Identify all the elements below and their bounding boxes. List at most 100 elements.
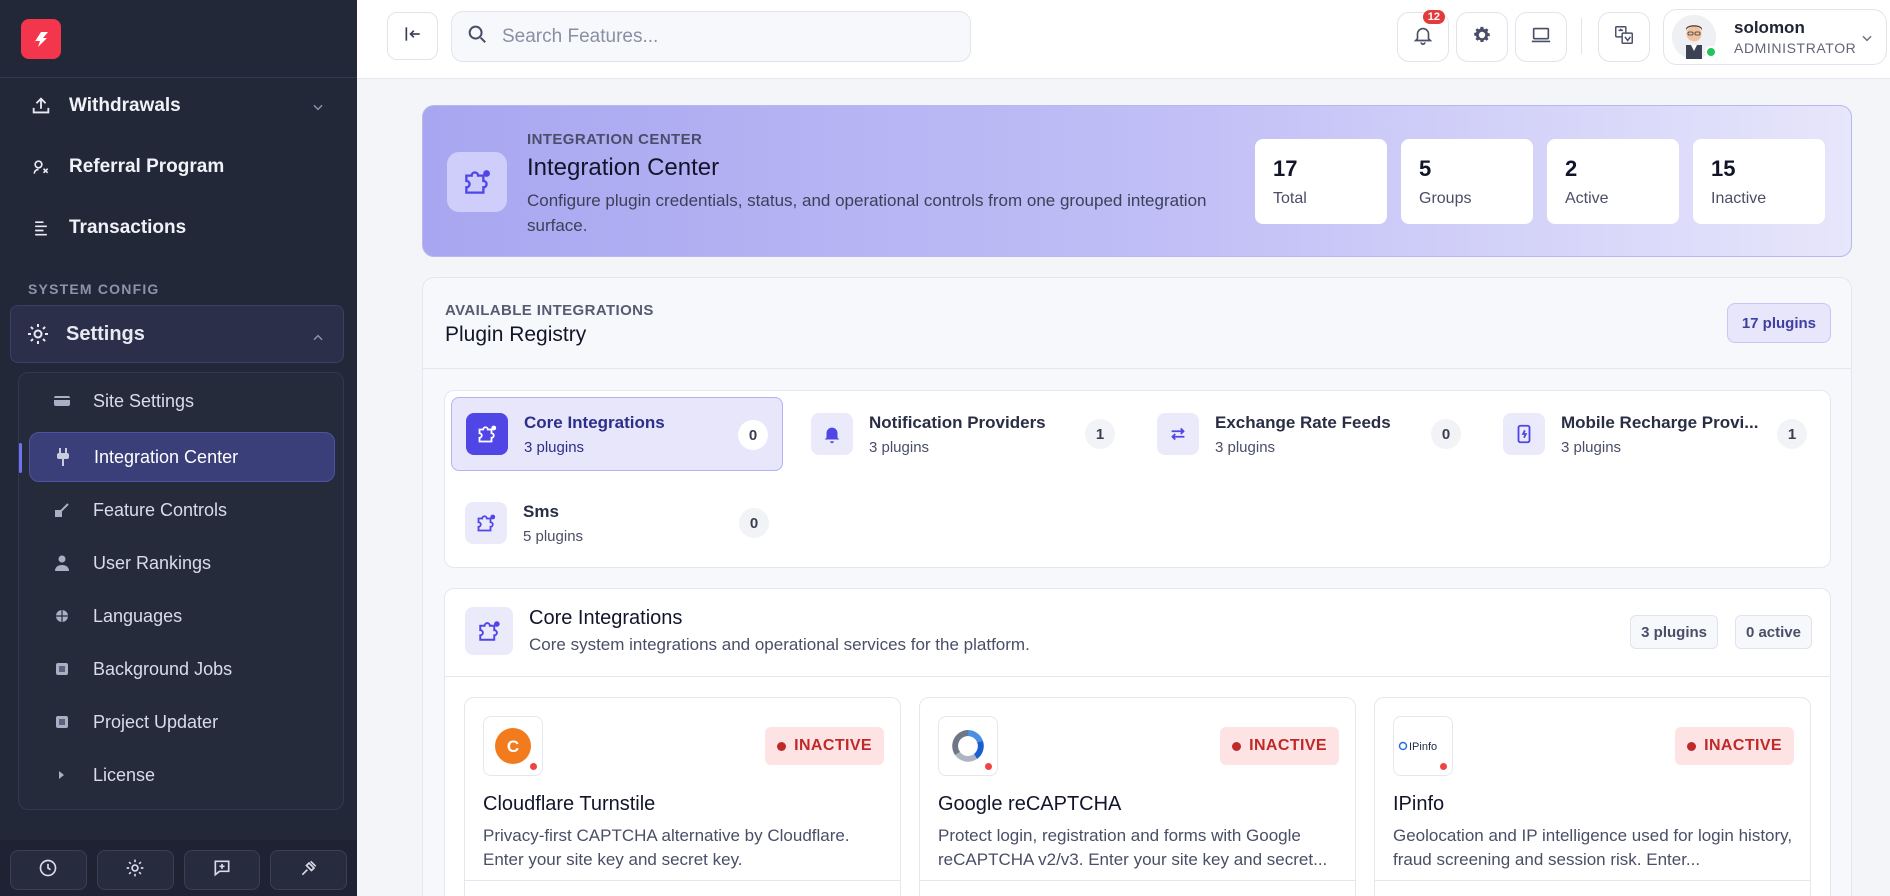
submenu-item-license[interactable]: License xyxy=(29,750,335,800)
sidebar-item-transactions[interactable]: Transactions xyxy=(10,202,343,254)
plugin-card-ipinfo[interactable]: IPinfo INACTIVE IPinfo Geolocation and I… xyxy=(1374,697,1811,896)
group-tab-exchange-rate-feeds[interactable]: Exchange Rate Feeds 3 plugins 0 xyxy=(1143,397,1475,471)
list-icon xyxy=(28,215,54,241)
caret-icon xyxy=(53,766,71,784)
notification-badge: 12 xyxy=(1422,10,1445,24)
puzzle-icon xyxy=(465,502,507,544)
recaptcha-logo-icon xyxy=(938,716,998,776)
puzzle-icon xyxy=(447,152,507,212)
stat-active: 2 Active xyxy=(1547,139,1679,224)
submenu-item-user-rankings[interactable]: User Rankings xyxy=(29,538,335,588)
card-icon xyxy=(53,392,71,410)
group-count: 3 plugins xyxy=(524,438,585,456)
group-tab-core-integrations[interactable]: Core Integrations 3 plugins 0 xyxy=(451,397,783,471)
core-integrations-panel: Core Integrations Core system integratio… xyxy=(444,588,1831,896)
topbar-divider xyxy=(1581,18,1582,54)
plugin-card-google-recaptcha[interactable]: INACTIVE Google reCAPTCHA Protect login,… xyxy=(919,697,1356,896)
avatar xyxy=(1672,15,1717,59)
chevron-down-icon xyxy=(1860,31,1874,50)
sliders-icon xyxy=(53,501,71,519)
stat-value: 2 xyxy=(1565,156,1578,181)
submenu-item-background-jobs[interactable]: Background Jobs xyxy=(29,644,335,694)
plugin-card-cloudflare-turnstile[interactable]: C INACTIVE Cloudflare Turnstile Privacy-… xyxy=(464,697,901,896)
status-dot xyxy=(529,762,538,771)
submenu-item-project-updater[interactable]: Project Updater xyxy=(29,697,335,747)
status-dot xyxy=(1439,762,1448,771)
brand-logo[interactable] xyxy=(21,18,61,59)
gear-icon xyxy=(125,858,145,883)
group-tab-mobile-recharge[interactable]: Mobile Recharge Provi... 3 plugins 1 xyxy=(1489,397,1821,471)
divider xyxy=(423,368,1851,369)
sidebar-item-settings[interactable]: Settings xyxy=(10,305,344,363)
sidebar: Withdrawals Referral Program Transaction… xyxy=(0,0,357,896)
user-menu[interactable]: solomon ADMINISTRATOR xyxy=(1663,9,1887,65)
puzzle-icon xyxy=(466,413,508,455)
main-content: INTEGRATION CENTER Integration Center Co… xyxy=(357,79,1890,896)
stat-groups: 5 Groups xyxy=(1401,139,1533,224)
search-input[interactable] xyxy=(502,25,942,48)
submenu-item-integration-center[interactable]: Integration Center xyxy=(29,432,335,482)
logout-button[interactable] xyxy=(270,850,347,890)
globe-icon xyxy=(53,607,71,625)
active-count-badge: 1 xyxy=(1777,419,1807,449)
submenu-item-feature-controls[interactable]: Feature Controls xyxy=(29,485,335,535)
divider xyxy=(465,880,900,881)
translate-button[interactable] xyxy=(1598,12,1650,62)
clock-button[interactable] xyxy=(10,850,87,890)
referral-icon xyxy=(28,154,54,180)
group-name: Mobile Recharge Provi... xyxy=(1561,412,1759,432)
status-badge: INACTIVE xyxy=(1675,727,1794,765)
stat-label: Active xyxy=(1565,190,1609,207)
integration-hero: INTEGRATION CENTER Integration Center Co… xyxy=(422,105,1852,257)
active-count-badge: 1 xyxy=(1085,419,1115,449)
settings-submenu: Site Settings Integration Center Feature… xyxy=(18,372,344,810)
notifications-button[interactable]: 12 xyxy=(1397,10,1449,62)
group-count: 3 plugins xyxy=(1561,438,1622,456)
stat-label: Total xyxy=(1273,190,1307,207)
plugin-registry: AVAILABLE INTEGRATIONS Plugin Registry 1… xyxy=(422,277,1852,896)
group-count: 5 plugins xyxy=(523,527,584,545)
group-name: Notification Providers xyxy=(869,412,1046,432)
group-name: Exchange Rate Feeds xyxy=(1215,412,1391,432)
user-icon xyxy=(53,554,71,572)
submenu-item-label: Integration Center xyxy=(94,446,239,467)
settings-button[interactable] xyxy=(96,850,174,890)
support-button[interactable] xyxy=(183,850,261,890)
submenu-item-languages[interactable]: Languages xyxy=(29,591,335,641)
sidebar-item-referral-program[interactable]: Referral Program xyxy=(10,141,343,193)
active-count-badge: 0 xyxy=(738,420,768,450)
hero-description: Configure plugin credentials, status, an… xyxy=(527,191,1207,235)
sidebar-footer xyxy=(0,840,357,896)
ipinfo-logo-icon: IPinfo xyxy=(1393,716,1453,776)
translate-icon xyxy=(1613,24,1635,51)
sidebar-item-label: Transactions xyxy=(69,217,187,238)
stat-value: 5 xyxy=(1419,156,1432,181)
group-tab-notification-providers[interactable]: Notification Providers 3 plugins 1 xyxy=(797,397,1129,471)
panel-title: Core Integrations xyxy=(529,607,683,629)
submenu-item-label: Languages xyxy=(93,605,183,626)
hero-eyebrow: INTEGRATION CENTER xyxy=(527,131,703,148)
sidebar-item-label: Referral Program xyxy=(69,156,225,177)
message-plus-icon xyxy=(212,858,232,883)
chevron-down-icon xyxy=(311,98,325,120)
display-mode-button[interactable] xyxy=(1515,12,1567,62)
plugin-description: Protect login, registration and forms wi… xyxy=(938,826,1328,869)
plugin-description: Privacy-first CAPTCHA alternative by Clo… xyxy=(483,826,850,869)
plugin-name: IPinfo xyxy=(1393,793,1445,815)
stat-label: Groups xyxy=(1419,190,1472,207)
stat-value: 15 xyxy=(1711,156,1736,181)
submenu-item-site-settings[interactable]: Site Settings xyxy=(29,376,335,426)
settings-button[interactable] xyxy=(1456,12,1508,62)
collapse-sidebar-button[interactable] xyxy=(387,12,438,60)
exchange-arrows-icon xyxy=(1157,413,1199,455)
panel-description: Core system integrations and operational… xyxy=(529,635,1030,654)
status-dot xyxy=(984,762,993,771)
group-tab-sms[interactable]: Sms 5 plugins 0 xyxy=(451,486,783,560)
sidebar-item-withdrawals[interactable]: Withdrawals xyxy=(10,80,343,132)
square-icon xyxy=(53,713,71,731)
user-role: ADMINISTRATOR xyxy=(1734,40,1857,56)
svg-text:C: C xyxy=(507,737,519,756)
bell-icon xyxy=(1412,24,1434,51)
search-bar xyxy=(451,11,971,62)
active-indicator xyxy=(19,443,22,473)
